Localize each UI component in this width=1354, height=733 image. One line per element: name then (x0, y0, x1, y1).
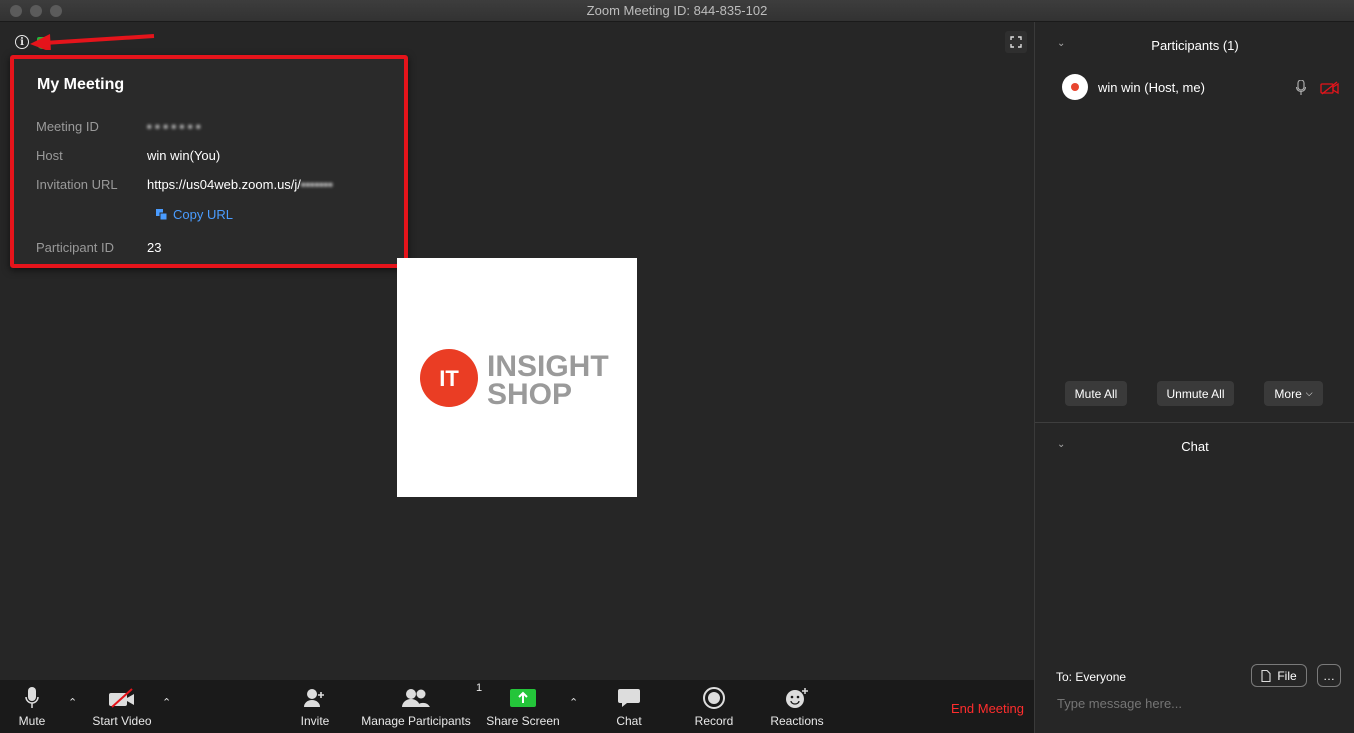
chat-more-button[interactable]: … (1317, 664, 1341, 687)
video-area: i My Meeting Meeting ID • • • • • • • Hos… (0, 22, 1034, 680)
chat-header: Chat (1181, 439, 1209, 454)
reactions-label: Reactions (770, 714, 824, 728)
share-screen-label: Share Screen (486, 714, 560, 728)
video-off-icon (109, 688, 134, 708)
microphone-icon[interactable] (1296, 80, 1306, 96)
participants-icon (402, 689, 430, 707)
meeting-id-value: • • • • • • • (147, 119, 201, 134)
manage-participants-button[interactable]: 1 Manage Participants (358, 680, 482, 733)
end-meeting-button[interactable]: End Meeting (951, 701, 1024, 716)
video-off-icon[interactable] (1320, 81, 1340, 95)
invitation-url-label: Invitation URL (36, 177, 118, 192)
panel-divider (1035, 422, 1354, 423)
more-label: More (1274, 386, 1302, 401)
microphone-icon (25, 687, 39, 708)
meeting-id-label: Meeting ID (36, 119, 99, 134)
chat-icon (618, 689, 640, 707)
chat-recipient-selector[interactable]: To: Everyone (1056, 670, 1126, 684)
host-value: win win(You) (147, 148, 221, 163)
add-user-icon (304, 689, 324, 707)
host-row: Host win win(You) (36, 148, 220, 163)
video-options-caret[interactable]: ⌃ (162, 696, 171, 709)
invitation-url-value[interactable]: https://us04web.zoom.us/j/ (147, 177, 301, 192)
file-label: File (1277, 668, 1297, 683)
chat-message-input[interactable] (1057, 696, 1337, 711)
meeting-id-row: Meeting ID • • • • • • • (36, 119, 201, 134)
share-options-caret[interactable]: ⌃ (569, 696, 578, 709)
start-video-button[interactable]: Start Video (88, 680, 156, 733)
meeting-info-popup: My Meeting Meeting ID • • • • • • • Host w… (10, 55, 408, 268)
manage-participants-label: Manage Participants (361, 714, 471, 728)
minimize-window-button[interactable] (30, 5, 42, 17)
window-controls[interactable] (10, 5, 62, 17)
participant-id-label: Participant ID (36, 240, 115, 255)
copy-icon (156, 208, 168, 220)
participant-id-row: Participant ID 23 (36, 240, 161, 255)
invitation-url-row: Invitation URL https://us04web.zoom.us/j/… (36, 177, 333, 192)
file-icon (1261, 669, 1271, 682)
invitation-url-hidden: ••••••• (300, 177, 333, 192)
red-arrow-icon (30, 34, 155, 50)
mute-button[interactable]: Mute (14, 680, 50, 733)
chat-button[interactable]: Chat (612, 680, 646, 733)
share-screen-icon (510, 689, 536, 707)
participant-name: win win (Host, me) (1098, 79, 1205, 95)
meeting-toolbar: Mute ⌃ Start Video ⌃ Invite 1 Manage Par… (0, 680, 1034, 733)
host-label: Host (36, 148, 63, 163)
title-bar: Zoom Meeting ID: 844-835-102 (0, 0, 1354, 22)
it-insight-shop-logo: IT INSIGHT SHOP (420, 348, 609, 411)
avatar (1062, 74, 1088, 100)
close-window-button[interactable] (10, 5, 22, 17)
logo-line2: SHOP (487, 378, 572, 411)
logo-mark: IT (439, 366, 459, 391)
fullscreen-icon[interactable] (1005, 31, 1027, 53)
record-button[interactable]: Record (693, 680, 735, 733)
share-screen-button[interactable]: Share Screen (484, 680, 562, 733)
reactions-icon (786, 688, 808, 708)
mute-all-button[interactable]: Mute All (1065, 381, 1127, 406)
participant-id-value: 23 (147, 240, 162, 255)
file-button[interactable]: File (1251, 664, 1307, 687)
copy-url-label: Copy URL (173, 207, 233, 222)
invite-button[interactable]: Invite (296, 680, 334, 733)
participants-header: Participants (1) (1151, 38, 1239, 53)
side-panel: ⌄ Participants (1) win win (Host, me) Mu… (1034, 22, 1354, 733)
record-label: Record (694, 714, 734, 728)
mute-label: Mute (18, 714, 46, 728)
chat-label: Chat (616, 714, 642, 728)
invite-label: Invite (300, 714, 330, 728)
participant-video-tile: IT INSIGHT SHOP (397, 258, 637, 497)
participants-count: 1 (476, 682, 483, 694)
zoom-window-button[interactable] (50, 5, 62, 17)
record-icon (703, 687, 725, 709)
participant-row[interactable]: win win (Host, me) (1062, 73, 1342, 101)
more-button[interactable]: More ⌵ (1264, 381, 1323, 406)
reactions-button[interactable]: Reactions (767, 680, 827, 733)
window-title: Zoom Meeting ID: 844-835-102 (586, 3, 768, 18)
copy-url-button[interactable]: Copy URL (156, 207, 233, 222)
unmute-all-button[interactable]: Unmute All (1157, 381, 1234, 406)
audio-options-caret[interactable]: ⌃ (68, 696, 77, 709)
meeting-info-icon[interactable]: i (15, 35, 29, 49)
chevron-down-icon: ⌵ (1305, 388, 1313, 398)
popup-title: My Meeting (37, 76, 125, 93)
start-video-label: Start Video (92, 714, 152, 728)
